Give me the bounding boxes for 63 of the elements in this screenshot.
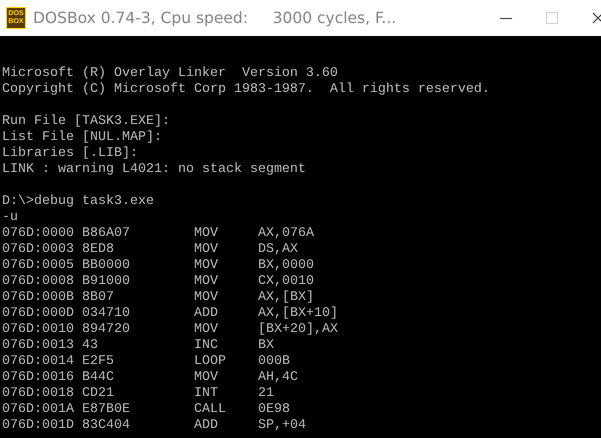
mnemonic-text: ADD [194,306,218,322]
window-title: DOSBox 0.74-3, Cpu speed: 3000 cycles, F... [33,9,398,27]
mnemonic-text: INC [194,338,218,354]
mnemonic-text: MOV [194,226,218,242]
mnemonic-text: MOV [194,242,218,258]
operand-text: DS,AX [258,242,298,258]
address-text: 076D:001D [2,418,74,434]
close-icon [592,12,601,24]
mnemonic-text: MOV [194,274,218,290]
mnemonic-text: MOV [194,290,218,306]
address-text: 076D:0013 [2,338,74,354]
mnemonic-text: MOV [194,370,218,386]
address-text: 076D:001A [2,402,74,418]
operand-text: BX [258,338,274,354]
terminal-line: Copyright (C) Microsoft Corp 1983-1987. All rights reserved. [2,82,490,98]
machine-code-text: 8B07 [82,290,114,306]
machine-code-text: 034710 [82,306,130,322]
mnemonic-text: MOV [194,322,218,338]
maximize-icon [546,12,558,24]
terminal-line: Run File [TASK3.EXE]: [2,114,170,130]
address-text: 076D:0010 [2,322,74,338]
terminal-line: Microsoft (R) Overlay Linker Version 3.60 [2,66,338,82]
machine-code-text: 8ED8 [82,242,114,258]
operand-text: 000B [258,354,290,370]
address-text: 076D:0016 [2,370,74,386]
mnemonic-text: CALL [194,402,226,418]
machine-code-text: 894720 [82,322,130,338]
terminal-line: Libraries [.LIB]: [2,146,138,162]
address-text: 076D:0008 [2,274,74,290]
terminal-line: -u [2,210,18,226]
operand-text: 0E98 [258,402,290,418]
machine-code-text: BB0000 [82,258,130,274]
operand-text: AX,[BX+10] [258,306,338,322]
operand-text: AX,076A [258,226,314,242]
machine-code-text: B91000 [82,274,130,290]
address-text: 076D:0014 [2,354,74,370]
machine-code-text: CD21 [82,386,114,402]
operand-text: BX,0000 [258,258,314,274]
address-text: 076D:000B [2,290,74,306]
address-text: 076D:0018 [2,386,74,402]
operand-text: [BX+20],AX [258,322,338,338]
address-text: 076D:0000 [2,226,74,242]
terminal-line: List File [NUL.MAP]: [2,130,162,146]
machine-code-text: B86A07 [82,226,130,242]
machine-code-text: 43 [82,338,98,354]
machine-code-text: E87B0E [82,402,130,418]
machine-code-text: 83C404 [82,418,130,434]
machine-code-text: B44C [82,370,114,386]
address-text: 076D:0005 [2,258,74,274]
machine-code-text: E2F5 [82,354,114,370]
mnemonic-text: MOV [194,258,218,274]
mnemonic-text: ADD [194,418,218,434]
terminal-line: D:\>debug task3.exe [2,194,154,210]
operand-text: AH,4C [258,370,298,386]
address-text: 076D:0003 [2,242,74,258]
operand-text: AX,[BX] [258,290,314,306]
mnemonic-text: LOOP [194,354,226,370]
operand-text: 21 [258,386,274,402]
operand-text: CX,0010 [258,274,314,290]
operand-text: SP,+04 [258,418,306,434]
terminal-line: LINK : warning L4021: no stack segment [2,162,306,178]
address-text: 076D:000D [2,306,74,322]
mnemonic-text: INT [194,386,218,402]
